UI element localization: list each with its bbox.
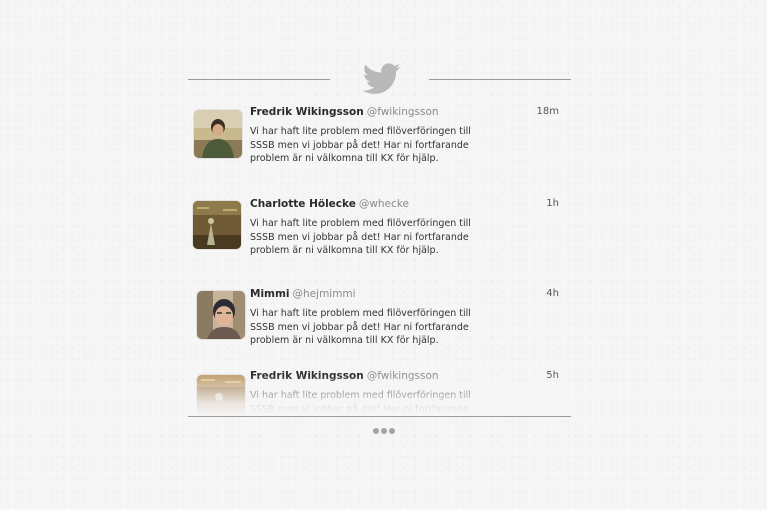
author-handle[interactable]: @fwikingsson — [367, 370, 439, 382]
author-name[interactable]: Mimmi — [250, 288, 290, 300]
ellipsis-icon — [373, 428, 379, 434]
tweet-author[interactable]: Mimmi @hejmimmi — [250, 288, 356, 300]
author-handle[interactable]: @hejmimmi — [293, 288, 356, 300]
avatar[interactable] — [193, 201, 241, 249]
twitter-feed-widget: Fredrik Wikingsson @fwikingsson 18m Vi ha… — [188, 62, 571, 452]
author-handle[interactable]: @fwikingsson — [367, 106, 439, 118]
tweet-text: Vi har haft lite problem med filöverföri… — [250, 218, 471, 256]
footer-divider — [188, 416, 571, 417]
ellipsis-icon — [389, 428, 395, 434]
avatar[interactable] — [194, 110, 242, 158]
tweet-author[interactable]: Charlotte Hölecke @whecke — [250, 198, 409, 210]
load-more-button[interactable] — [373, 428, 399, 436]
tweet-author[interactable]: Fredrik Wikingsson @fwikingsson — [250, 370, 439, 382]
tweet-text: Vi har haft lite problem med filöverföri… — [250, 126, 471, 164]
tweet-time[interactable]: 5h — [546, 370, 559, 381]
tweet-time[interactable]: 1h — [546, 198, 559, 209]
header-divider-left — [188, 79, 330, 80]
author-name[interactable]: Charlotte Hölecke — [250, 198, 356, 210]
author-name[interactable]: Fredrik Wikingsson — [250, 370, 364, 382]
tweet-text: Vi har haft lite problem med filöverföri… — [250, 390, 471, 415]
header-divider-right — [429, 79, 571, 80]
twitter-bird-icon — [362, 62, 401, 96]
tweet-time[interactable]: 4h — [546, 288, 559, 299]
author-handle[interactable]: @whecke — [359, 198, 409, 210]
tweet-time[interactable]: 18m — [537, 106, 559, 117]
author-name[interactable]: Fredrik Wikingsson — [250, 106, 364, 118]
avatar[interactable] — [197, 375, 245, 416]
ellipsis-icon — [381, 428, 387, 434]
tweet-author[interactable]: Fredrik Wikingsson @fwikingsson — [250, 106, 439, 118]
tweet-text: Vi har haft lite problem med filöverföri… — [250, 308, 471, 346]
avatar[interactable] — [197, 291, 245, 339]
tweet-list[interactable]: Fredrik Wikingsson @fwikingsson 18m Vi ha… — [188, 106, 571, 416]
